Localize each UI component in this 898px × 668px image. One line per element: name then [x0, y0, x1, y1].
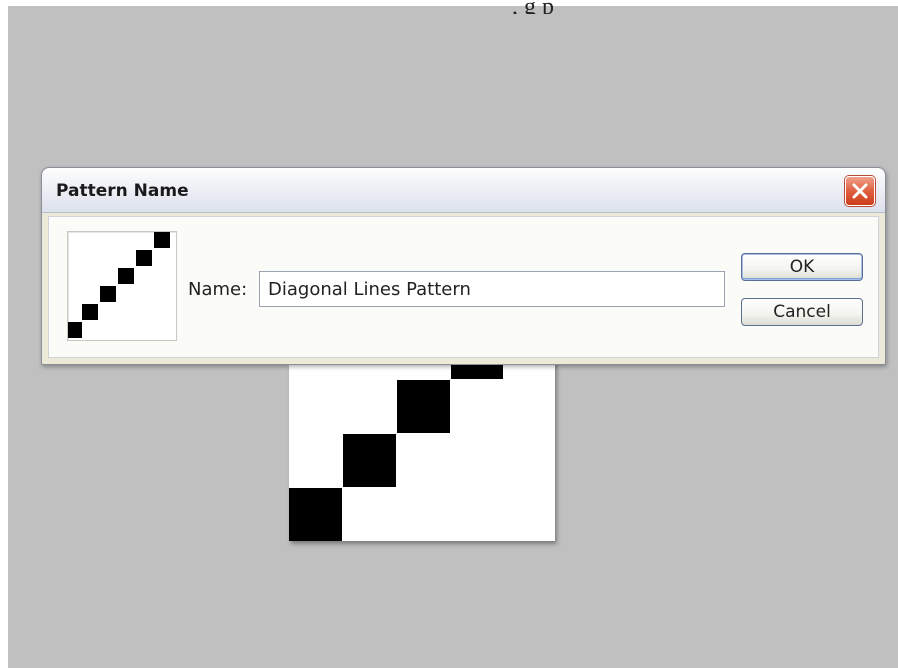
pattern-thumbnail: [67, 231, 177, 341]
close-button[interactable]: [845, 176, 875, 206]
cropped-caption-text: , g p: [512, 0, 554, 14]
screen: , g p Pattern Name Name: Diagonal Lines …: [0, 0, 898, 668]
pattern-square: [343, 434, 396, 487]
dialog-body: Name: OK Cancel: [48, 216, 879, 358]
pattern-name-input[interactable]: [259, 271, 725, 307]
thumbnail-square: [136, 250, 152, 266]
thumbnail-square: [118, 268, 134, 284]
pattern-document: [289, 340, 555, 541]
dialog-titlebar[interactable]: Pattern Name: [42, 168, 885, 213]
pattern-name-dialog: Pattern Name Name: OK Cancel: [41, 167, 886, 365]
pattern-square: [289, 488, 342, 541]
pattern-square: [397, 380, 450, 433]
ok-button[interactable]: OK: [741, 253, 863, 281]
thumbnail-square: [154, 232, 170, 248]
dialog-title: Pattern Name: [56, 181, 189, 201]
close-icon: [852, 183, 868, 199]
thumbnail-square: [68, 322, 82, 338]
thumbnail-square: [82, 304, 98, 320]
cancel-button[interactable]: Cancel: [741, 298, 863, 326]
name-label: Name:: [188, 279, 248, 300]
thumbnail-square: [100, 286, 116, 302]
